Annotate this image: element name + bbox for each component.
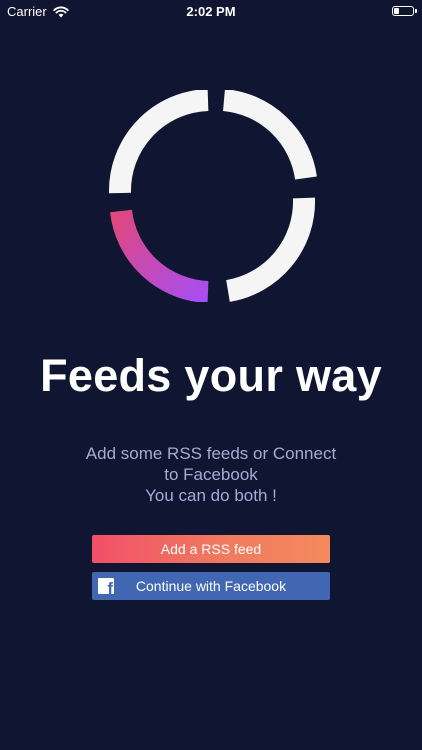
continue-with-facebook-label: Continue with Facebook: [135, 578, 287, 594]
status-time: 2:02 PM: [186, 4, 236, 19]
description-line-2: to Facebook: [164, 465, 258, 484]
status-bar: Carrier 2:02 PM: [0, 0, 422, 22]
add-rss-feed-label: Add a RSS feed: [160, 541, 262, 557]
logo-arc-top-left: [108, 90, 209, 194]
logo-arc-bottom-right: [225, 197, 316, 302]
description-line-1: Add some RSS feeds or Connect: [85, 444, 337, 463]
description-line-3: You can do both !: [145, 486, 277, 505]
logo-arc-bottom-left: [110, 209, 209, 302]
logo-arc-top-right: [222, 90, 317, 180]
onboarding-description: Add some RSS feeds or Connect to Faceboo…: [0, 443, 422, 506]
battery-level: [394, 8, 399, 14]
page-title: Feeds your way: [40, 350, 382, 401]
add-rss-feed-button[interactable]: Add a RSS feed: [92, 535, 330, 563]
battery-icon: [392, 6, 417, 16]
facebook-icon: f: [98, 578, 114, 594]
continue-with-facebook-button[interactable]: f Continue with Facebook: [92, 572, 330, 600]
battery-tip: [415, 9, 417, 13]
feeds-ring-logo-icon: [108, 90, 317, 302]
